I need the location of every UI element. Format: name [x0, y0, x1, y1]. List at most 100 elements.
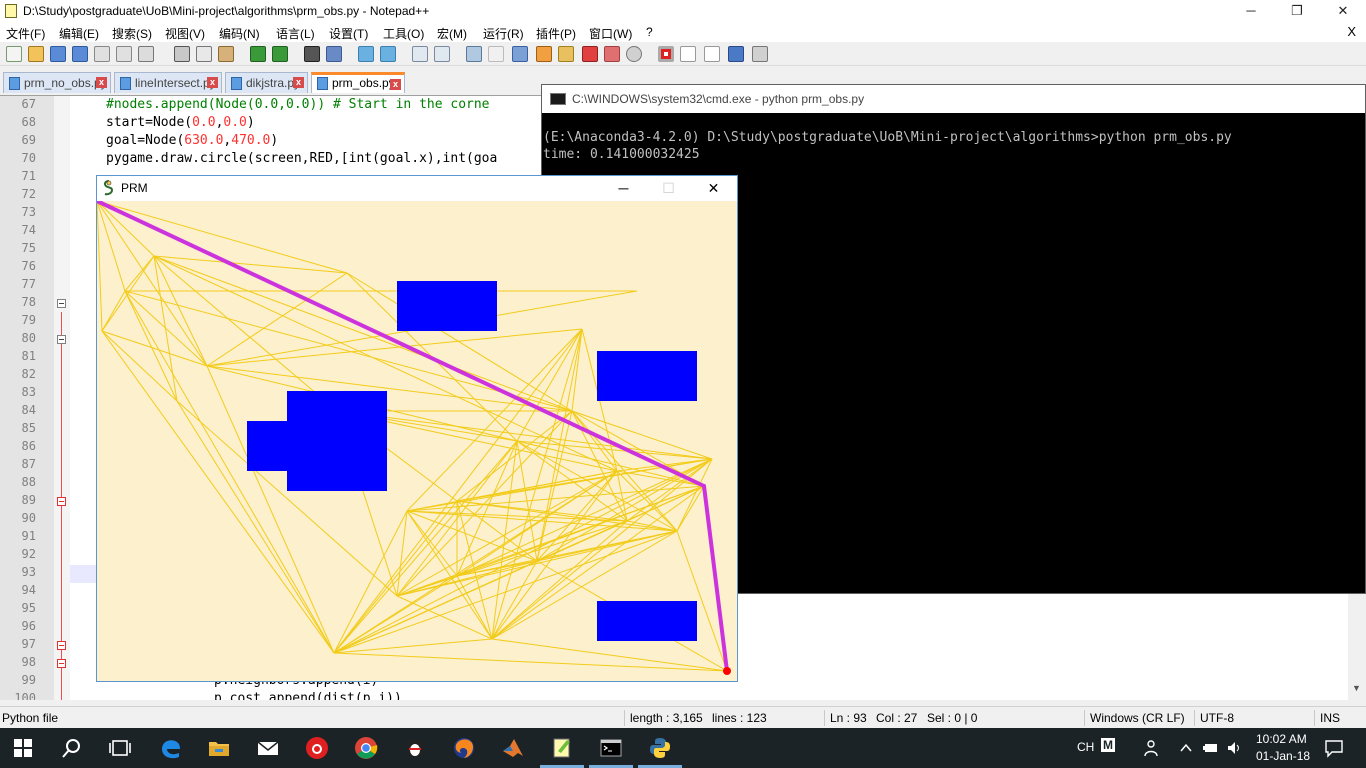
- tab-dikjstra[interactable]: dikjstra.py x: [225, 72, 308, 93]
- menu-file[interactable]: 文件(F): [6, 25, 45, 42]
- line-number: 94: [21, 583, 36, 597]
- battery-icon[interactable]: [1202, 740, 1220, 756]
- clock-time[interactable]: 10:02 AM: [1256, 732, 1307, 746]
- word-wrap-icon[interactable]: [466, 46, 482, 62]
- fold-toggle-icon[interactable]: [57, 497, 66, 506]
- save-all-icon[interactable]: [72, 46, 88, 62]
- fold-toggle-icon[interactable]: [57, 335, 66, 344]
- matlab-icon[interactable]: [501, 736, 525, 760]
- menu-encoding[interactable]: 编码(N): [219, 25, 260, 42]
- indent-guide-icon[interactable]: [512, 46, 528, 62]
- search-icon[interactable]: [60, 736, 84, 760]
- fold-toggle-icon[interactable]: [57, 299, 66, 308]
- open-file-icon[interactable]: [28, 46, 44, 62]
- play-macro-icon[interactable]: [704, 46, 720, 62]
- redo-icon[interactable]: [272, 46, 288, 62]
- fold-toggle-icon[interactable]: [57, 641, 66, 650]
- minimize-button[interactable]: ─: [1228, 0, 1274, 22]
- tab-close-icon[interactable]: x: [96, 77, 107, 88]
- close-document-icon[interactable]: X: [1347, 24, 1356, 39]
- menu-edit[interactable]: 编辑(E): [59, 25, 99, 42]
- command-prompt-icon[interactable]: [599, 736, 623, 760]
- save-icon[interactable]: [50, 46, 66, 62]
- doc-map-icon[interactable]: [558, 46, 574, 62]
- notepad-plus-plus-icon[interactable]: [550, 736, 574, 760]
- copy-icon[interactable]: [196, 46, 212, 62]
- people-icon[interactable]: [1143, 738, 1163, 758]
- menu-window[interactable]: 窗口(W): [589, 25, 632, 42]
- notification-center-icon[interactable]: [1324, 738, 1344, 758]
- tab-prm-obs[interactable]: prm_obs.py x: [311, 72, 405, 93]
- prm-close-button[interactable]: ✕: [691, 176, 736, 201]
- cmd-title-bar[interactable]: C:\WINDOWS\system32\cmd.exe - python prm…: [542, 85, 1365, 113]
- run-macro-multiple-icon[interactable]: [728, 46, 744, 62]
- obstacle: [287, 391, 387, 491]
- volume-icon[interactable]: [1226, 740, 1242, 756]
- status-selection: Sel : 0 | 0: [927, 711, 978, 725]
- task-view-icon[interactable]: [108, 736, 132, 760]
- close-all-icon[interactable]: [116, 46, 132, 62]
- sync-horizontal-icon[interactable]: [434, 46, 450, 62]
- print-icon[interactable]: [138, 46, 154, 62]
- restore-button[interactable]: ❐: [1274, 0, 1320, 22]
- fold-toggle-icon[interactable]: [57, 659, 66, 668]
- pygame-snake-icon: [104, 180, 114, 196]
- menu-settings[interactable]: 设置(T): [329, 25, 368, 42]
- menu-run[interactable]: 运行(R): [483, 25, 524, 42]
- tab-line-intersect[interactable]: lineIntersect.py x: [114, 72, 222, 93]
- netease-music-icon[interactable]: [305, 736, 329, 760]
- clock-date[interactable]: 01-Jan-18: [1256, 749, 1310, 763]
- menu-language[interactable]: 语言(L): [276, 25, 315, 42]
- input-language[interactable]: CH: [1077, 740, 1094, 754]
- save-macro-icon[interactable]: [752, 46, 768, 62]
- status-eol: Windows (CR LF): [1090, 711, 1185, 725]
- prm-maximize-button[interactable]: ☐: [646, 176, 691, 201]
- show-hidden-icons-chevron-icon[interactable]: [1178, 740, 1194, 756]
- windows-start-icon[interactable]: [13, 738, 33, 758]
- mail-icon[interactable]: [256, 736, 280, 760]
- undo-icon[interactable]: [250, 46, 266, 62]
- cmd-prompt-line: (E:\Anaconda3-4.2.0) D:\Study\postgradua…: [543, 130, 1232, 145]
- prm-title-bar[interactable]: PRM ─ ☐ ✕: [97, 176, 737, 201]
- show-all-chars-icon[interactable]: [488, 46, 504, 62]
- tab-prm-no-obs[interactable]: prm_no_obs.py x: [3, 72, 111, 93]
- qq-icon[interactable]: [403, 736, 427, 760]
- edge-browser-icon[interactable]: [159, 736, 183, 760]
- replace-icon[interactable]: [326, 46, 342, 62]
- chrome-icon[interactable]: [354, 736, 378, 760]
- new-file-icon[interactable]: [6, 46, 22, 62]
- sync-vertical-icon[interactable]: [412, 46, 428, 62]
- monitoring-icon[interactable]: [626, 46, 642, 62]
- menu-search[interactable]: 搜索(S): [112, 25, 152, 42]
- paste-icon[interactable]: [218, 46, 234, 62]
- python-icon[interactable]: [648, 736, 672, 760]
- find-icon[interactable]: [304, 46, 320, 62]
- function-list-icon[interactable]: [582, 46, 598, 62]
- scroll-down-icon[interactable]: ▼: [1352, 683, 1361, 693]
- close-file-icon[interactable]: [94, 46, 110, 62]
- zoom-in-icon[interactable]: [358, 46, 374, 62]
- line-number: 87: [21, 457, 36, 471]
- folder-workspace-icon[interactable]: [604, 46, 620, 62]
- menu-view[interactable]: 视图(V): [165, 25, 205, 42]
- menu-plugins[interactable]: 插件(P): [536, 25, 576, 42]
- tab-label: lineIntersect.py: [135, 76, 216, 90]
- prm-minimize-button[interactable]: ─: [601, 176, 646, 201]
- menu-tools[interactable]: 工具(O): [383, 25, 424, 42]
- menu-macro[interactable]: 宏(M): [437, 25, 467, 42]
- user-lang-icon[interactable]: [536, 46, 552, 62]
- notepad-title-bar[interactable]: D:\Study\postgraduate\UoB\Mini-project\a…: [0, 0, 1366, 22]
- ime-mode[interactable]: M: [1101, 738, 1115, 752]
- close-button[interactable]: ✕: [1320, 0, 1366, 22]
- file-explorer-icon[interactable]: [207, 736, 231, 760]
- firefox-icon[interactable]: [452, 736, 476, 760]
- zoom-out-icon[interactable]: [380, 46, 396, 62]
- cut-icon[interactable]: [174, 46, 190, 62]
- tab-close-icon[interactable]: x: [207, 77, 218, 88]
- stop-macro-icon[interactable]: [680, 46, 696, 62]
- record-macro-icon[interactable]: [658, 46, 674, 62]
- tab-close-icon[interactable]: x: [390, 79, 401, 90]
- tab-close-icon[interactable]: x: [293, 77, 304, 88]
- prm-window[interactable]: PRM ─ ☐ ✕: [96, 175, 738, 682]
- menu-help[interactable]: ?: [646, 25, 653, 39]
